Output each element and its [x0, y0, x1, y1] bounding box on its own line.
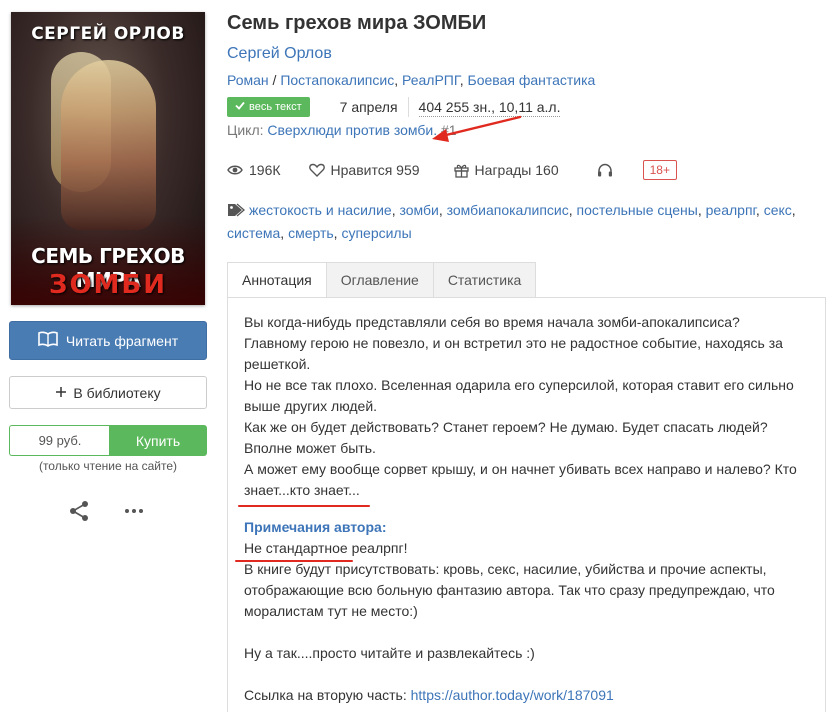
likes-count: Нравится 959 — [330, 162, 420, 178]
publish-date: 7 апреля — [340, 97, 409, 117]
tab-statistics[interactable]: Статистика — [433, 262, 537, 298]
tag-link[interactable]: суперсилы — [341, 225, 411, 241]
more-options-icon[interactable] — [123, 503, 145, 519]
author-notes-line: отображающие всю больную фантазию автора… — [244, 582, 775, 598]
audio-stat[interactable] — [597, 163, 613, 177]
likes-stat[interactable]: Нравится 959 — [308, 162, 420, 178]
genre-list: Роман / Постапокалипсис, РеалРПГ, Боевая… — [227, 72, 596, 88]
tab-annotation[interactable]: Аннотация — [227, 262, 327, 298]
cover-art-figure — [61, 60, 156, 230]
tag-link[interactable]: зомбиапокалипсис — [447, 202, 569, 218]
author-link[interactable]: Сергей Орлов — [227, 45, 332, 63]
buy-button[interactable]: Купить — [109, 425, 207, 456]
book-size: 404 255 зн., 10,11 а.л. — [418, 98, 561, 117]
red-arrow-annotation — [432, 115, 522, 142]
tag-link[interactable]: зомби — [399, 202, 438, 218]
price-field: 99 руб. — [9, 425, 110, 456]
full-text-badge: весь текст — [227, 97, 310, 117]
cycle-info: Цикл: Сверхлюди против зомби. #1 — [227, 122, 457, 138]
annotation-line: Главному герою не повезло, и он встретил… — [244, 335, 783, 351]
annotation-line: Вы когда-нибудь представляли себя во вре… — [244, 314, 740, 330]
annotation-line: решеткой. — [244, 356, 311, 372]
plus-icon — [55, 385, 67, 401]
awards-count: Награды 160 — [474, 162, 559, 178]
annotation-line: А может ему вообще сорвет крышу, и он на… — [244, 461, 797, 477]
sequel-link[interactable]: https://author.today/work/187091 — [411, 687, 614, 703]
tag-link[interactable]: жестокость и насилие — [249, 202, 392, 218]
tag-link[interactable]: секс — [764, 202, 792, 218]
red-underline-annotation — [235, 560, 353, 562]
share-icon[interactable] — [68, 500, 90, 522]
annotation-closing: Ну а так....просто читайте и развлекайте… — [244, 645, 535, 661]
book-title: Семь грехов мира ЗОМБИ — [227, 12, 487, 34]
annotation-text: Вы когда-нибудь представляли себя во вре… — [244, 312, 804, 706]
read-fragment-button[interactable]: Читать фрагмент — [9, 321, 207, 360]
cycle-link[interactable]: Сверхлюди против зомби. — [267, 122, 437, 138]
genre-link[interactable]: Боевая фантастика — [468, 72, 596, 88]
heart-icon — [308, 163, 325, 177]
read-only-note: (только чтение на сайте) — [38, 459, 178, 473]
views-stat: 196К — [227, 162, 281, 178]
author-notes-line: В книге будут присутствовать: кровь, сек… — [244, 561, 767, 577]
eye-icon — [227, 164, 243, 176]
tag-link[interactable]: постельные сцены — [577, 202, 698, 218]
annotation-line: Вполне может быть. — [244, 440, 376, 456]
annotation-line: выше других людей. — [244, 398, 378, 414]
book-open-icon — [38, 331, 58, 350]
full-text-label: весь текст — [249, 101, 302, 113]
author-notes-line: моралистам тут не место:) — [244, 603, 418, 619]
tab-contents[interactable]: Оглавление — [326, 262, 434, 298]
sequel-link-line: Ссылка на вторую часть: https://author.t… — [244, 685, 804, 706]
genre-link[interactable]: Роман — [227, 72, 269, 88]
tag-link[interactable]: реалрпг — [706, 202, 756, 218]
book-tabs: Аннотация Оглавление Статистика — [227, 262, 537, 298]
tag-link[interactable]: система — [227, 225, 280, 241]
age-rating-badge: 18+ — [642, 160, 677, 180]
cycle-label: Цикл: — [227, 122, 264, 138]
gift-icon — [453, 163, 469, 178]
views-count: 196К — [249, 162, 281, 178]
sequel-link-prefix: Ссылка на вторую часть: — [244, 687, 411, 703]
awards-stat[interactable]: Награды 160 — [453, 162, 559, 178]
read-fragment-label: Читать фрагмент — [65, 332, 179, 349]
annotation-line: Как же он будет действовать? Станет геро… — [244, 419, 768, 435]
tag-list: жестокость и насилие, зомби, зомбиапокал… — [227, 202, 796, 241]
annotation-line: знает...кто знает... — [244, 482, 360, 498]
genre-link[interactable]: РеалРПГ — [402, 72, 460, 88]
tag-icon — [227, 202, 245, 223]
cover-author: СЕРГЕЙ ОРЛОВ — [31, 24, 185, 44]
add-to-library-label: В библиотеку — [73, 384, 161, 401]
tag-link[interactable]: смерть — [288, 225, 334, 241]
red-underline-annotation — [238, 505, 370, 507]
author-notes-heading: Примечания автора: — [244, 519, 387, 535]
annotation-line: Но не все так плохо. Вселенная одарила е… — [244, 377, 794, 393]
book-cover[interactable]: СЕРГЕЙ ОРЛОВ СЕМЬ ГРЕХОВ МИРА ЗОМБИ — [11, 12, 205, 305]
add-to-library-button[interactable]: В библиотеку — [9, 376, 207, 409]
author-notes-line: Не стандартное реалрпг! — [244, 540, 408, 556]
genre-link[interactable]: Постапокалипсис — [280, 72, 394, 88]
check-icon — [235, 101, 245, 113]
headphones-icon — [597, 163, 613, 177]
book-stats: 196К Нравится 959 Награды 160 18+ — [227, 159, 677, 181]
cover-title-line2: ЗОМБИ — [48, 270, 168, 300]
